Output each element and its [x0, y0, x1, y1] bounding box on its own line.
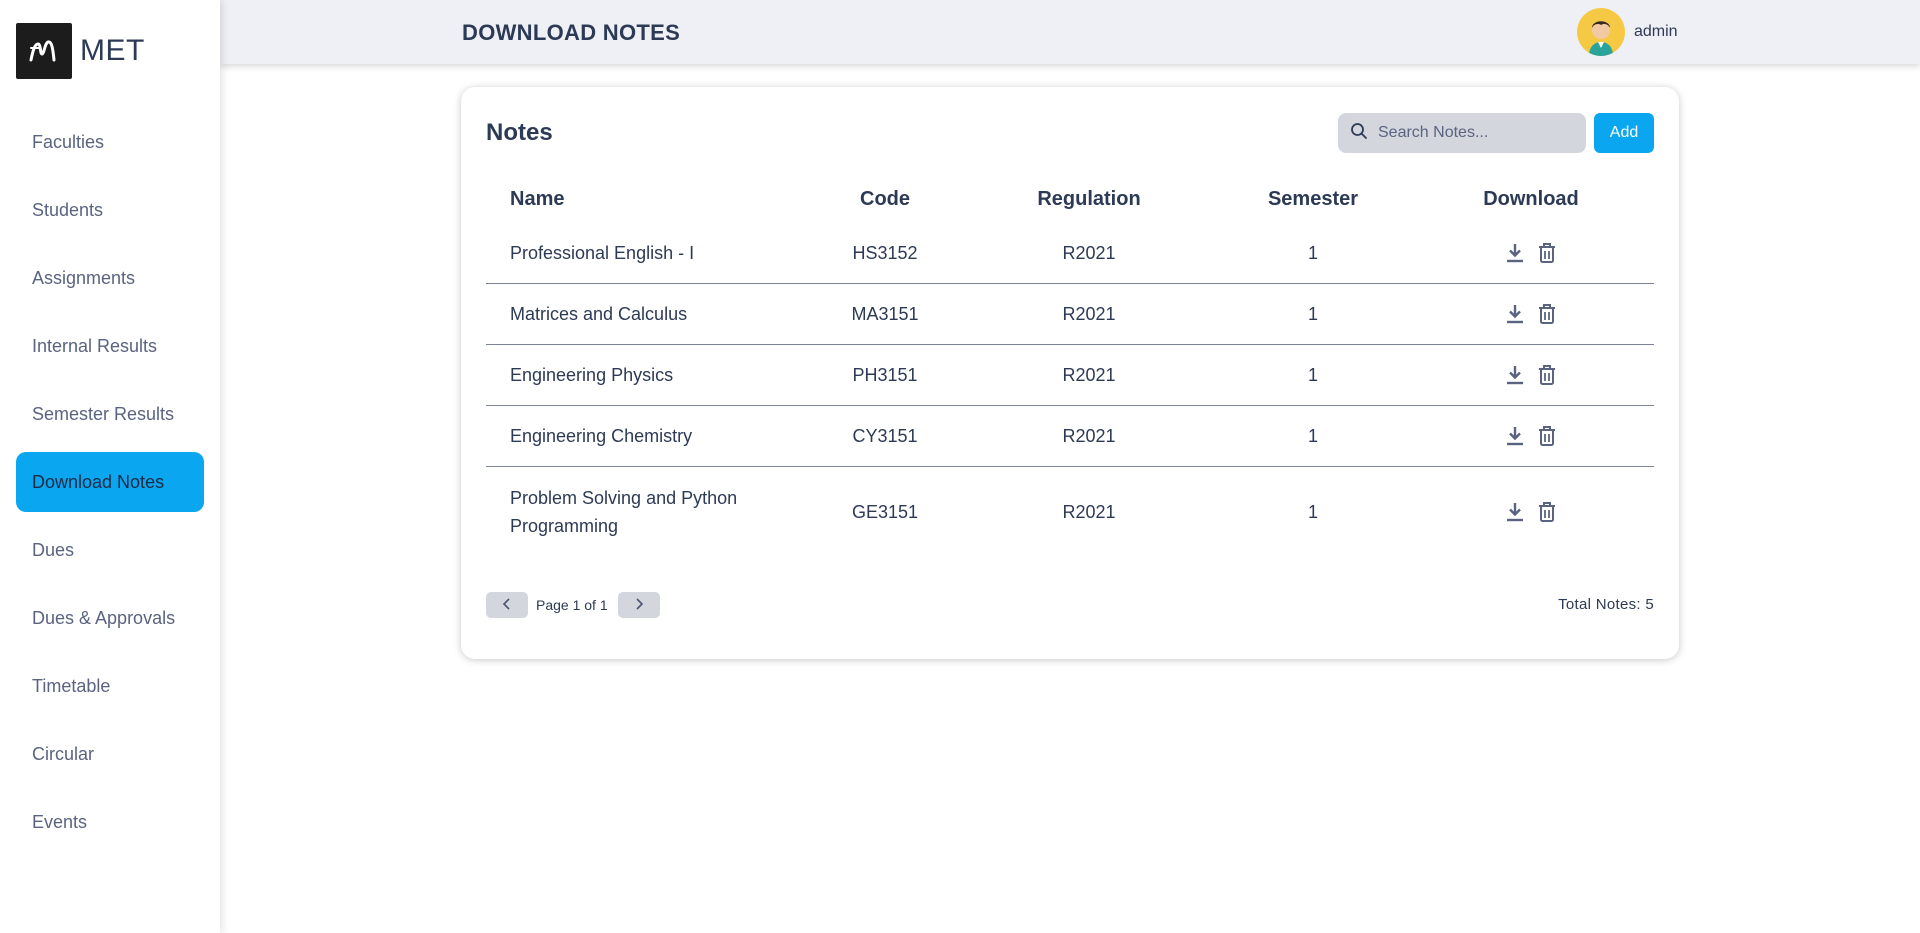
avatar[interactable]: [1577, 8, 1625, 56]
column-header-code: Code: [860, 187, 910, 210]
page-title: DOWNLOAD NOTES: [462, 20, 681, 45]
trash-icon[interactable]: [1536, 424, 1558, 448]
trash-icon[interactable]: [1536, 363, 1558, 387]
cell-actions: [1408, 302, 1654, 326]
table-row: Professional English - I HS3152 R2021 1: [486, 223, 1654, 284]
sidebar-item-timetable[interactable]: Timetable: [16, 656, 204, 716]
page-indicator: Page 1 of 1: [536, 597, 608, 613]
cell-actions: [1408, 241, 1654, 265]
sidebar-item-faculties[interactable]: Faculties: [16, 112, 204, 172]
cell-regulation: R2021: [1062, 426, 1116, 446]
card-title: Notes: [486, 119, 553, 146]
download-icon[interactable]: [1504, 424, 1526, 448]
sidebar-item-download-notes[interactable]: Download Notes: [16, 452, 204, 512]
sidebar: MET Faculties Students Assignments Inter…: [0, 0, 220, 933]
sidebar-nav: Faculties Students Assignments Internal …: [16, 112, 204, 860]
pagination: Page 1 of 1: [486, 592, 660, 618]
sidebar-item-circular[interactable]: Circular: [16, 724, 204, 784]
cell-semester: 1: [1307, 304, 1318, 324]
cell-regulation: R2021: [1062, 304, 1116, 324]
column-header-download: Download: [1483, 187, 1579, 210]
user-menu[interactable]: admin: [1577, 8, 1678, 56]
cell-semester: 1: [1307, 426, 1318, 446]
brand-name: MET: [80, 34, 145, 67]
user-name: admin: [1634, 23, 1678, 40]
download-icon[interactable]: [1504, 302, 1526, 326]
cell-actions: [1408, 363, 1654, 387]
sidebar-item-dues[interactable]: Dues: [16, 520, 204, 580]
table-row: Engineering Physics PH3151 R2021 1: [486, 345, 1654, 406]
sidebar-item-internal-results[interactable]: Internal Results: [16, 316, 204, 376]
download-icon[interactable]: [1504, 363, 1526, 387]
cell-name: Engineering Chemistry: [510, 426, 693, 446]
top-header: DOWNLOAD NOTES admin: [220, 0, 1920, 64]
chevron-left-icon: [502, 597, 512, 613]
cell-name: Professional English - I: [510, 243, 695, 263]
trash-icon[interactable]: [1536, 302, 1558, 326]
trash-icon[interactable]: [1536, 500, 1558, 524]
search-box: [1338, 113, 1586, 153]
cell-regulation: R2021: [1062, 243, 1116, 263]
download-icon[interactable]: [1504, 500, 1526, 524]
trash-icon[interactable]: [1536, 241, 1558, 265]
sidebar-item-assignments[interactable]: Assignments: [16, 248, 204, 308]
next-page-button[interactable]: [617, 592, 660, 618]
cell-code: HS3152: [852, 243, 918, 263]
search-icon: [1350, 122, 1368, 145]
column-header-regulation: Regulation: [1037, 187, 1141, 210]
brand[interactable]: MET: [16, 23, 145, 79]
chevron-right-icon: [634, 597, 644, 613]
cell-actions: [1408, 424, 1654, 448]
table-row: Problem Solving and Python Programming G…: [486, 467, 1654, 557]
table-row: Engineering Chemistry CY3151 R2021 1: [486, 406, 1654, 467]
cell-semester: 1: [1307, 365, 1318, 385]
sidebar-item-dues-approvals[interactable]: Dues & Approvals: [16, 588, 204, 648]
notes-table: Name Code Regulation Semester Download P…: [486, 175, 1654, 557]
cell-regulation: R2021: [1062, 365, 1116, 385]
prev-page-button[interactable]: [486, 592, 528, 618]
cell-code: MA3151: [851, 304, 919, 324]
cell-code: CY3151: [852, 426, 918, 446]
table-row: Matrices and Calculus MA3151 R2021 1: [486, 284, 1654, 345]
cell-actions: [1408, 500, 1654, 524]
total-notes: Total Notes: 5: [1558, 596, 1654, 613]
cell-semester: 1: [1307, 243, 1318, 263]
cell-regulation: R2021: [1062, 502, 1116, 522]
cell-semester: 1: [1307, 502, 1318, 522]
download-icon[interactable]: [1504, 241, 1526, 265]
search-input[interactable]: [1378, 124, 1568, 142]
cell-code: GE3151: [851, 502, 919, 522]
sidebar-item-semester-results[interactable]: Semester Results: [16, 384, 204, 444]
add-button[interactable]: Add: [1594, 113, 1654, 153]
column-header-semester: Semester: [1267, 187, 1359, 210]
notes-card: Notes Add Name Code Regulation Semester …: [461, 87, 1679, 659]
sidebar-item-students[interactable]: Students: [16, 180, 204, 240]
cell-name: Engineering Physics: [510, 365, 674, 385]
table-header: Name Code Regulation Semester Download: [486, 175, 1654, 223]
cell-code: PH3151: [852, 365, 918, 385]
logo-icon: [16, 23, 72, 79]
cell-name: Matrices and Calculus: [510, 304, 688, 324]
cell-name: Problem Solving and Python Programming: [510, 488, 738, 536]
sidebar-item-events[interactable]: Events: [16, 792, 204, 852]
column-header-name: Name: [510, 187, 565, 210]
